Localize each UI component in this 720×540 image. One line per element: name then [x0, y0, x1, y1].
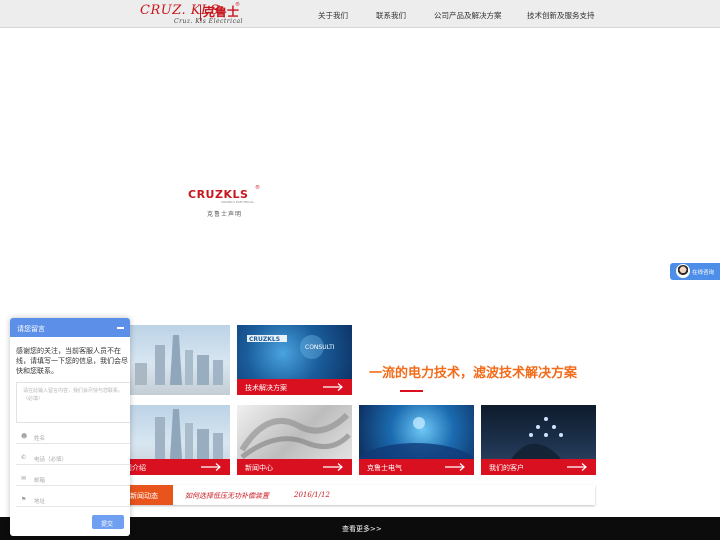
tile-caption-bar: 克鲁士电气	[359, 459, 474, 475]
city-skyline-image	[115, 325, 230, 395]
news-headline-link[interactable]: 如何选择低压无功补偿装置	[185, 491, 269, 501]
location-icon: ⚑	[21, 496, 27, 503]
news-tab[interactable]: 新闻动态	[124, 485, 173, 505]
chat-header: 请您留言	[10, 318, 130, 337]
address-placeholder: 地址	[34, 499, 46, 505]
arrow-right-icon	[567, 463, 587, 471]
message-textarea[interactable]: 请在此输入留言内容，我们会尽快与您联系。（必填）	[16, 382, 130, 423]
arrow-right-icon	[323, 463, 343, 471]
tile-label-tech-solutions: 技术解决方案	[245, 384, 287, 392]
person-icon: ☻	[21, 433, 28, 440]
tile-company-intro[interactable]: 公司介绍	[115, 405, 230, 475]
tile-caption-bar: 新闻中心	[237, 459, 352, 475]
email-placeholder: 邮箱	[34, 478, 46, 484]
submit-label: 提交	[101, 520, 114, 528]
slogan-text: 一流的电力技术，滤波技术解决方案	[369, 366, 578, 381]
chat-title: 请您留言	[17, 325, 45, 333]
nav-contact-us[interactable]: 联系我们	[376, 10, 406, 21]
nav-about-us[interactable]: 关于我们	[318, 10, 348, 21]
arrow-right-icon	[323, 383, 343, 391]
view-more-link[interactable]: 查看更多>>	[342, 524, 382, 534]
logo-subtitle: Cruz. Kls Electrical	[174, 18, 243, 25]
name-placeholder: 姓名	[34, 436, 46, 442]
leave-message-panel: 请您留言 感谢您的关注，当前客服人员不在线，请填写一下您的信息，我们会尽快和您联…	[10, 318, 130, 536]
tile-caption-bar: 我们的客户	[481, 459, 596, 475]
nav-tech-service[interactable]: 技术创新及服务支持	[527, 10, 595, 21]
arrow-right-icon	[201, 463, 221, 471]
svg-text:CRUZKLS: CRUZKLS	[249, 336, 280, 343]
top-header: CRUZ. KLS 克鲁士 ® Cruz. Kls Electrical 关于我…	[0, 0, 720, 28]
news-date: 2016/1/12	[294, 491, 330, 499]
phone-icon: ✆	[21, 454, 27, 461]
slogan-underline	[400, 390, 423, 392]
nav-products-solutions[interactable]: 公司产品及解决方案	[434, 10, 502, 21]
email-field[interactable]: ✉ 邮箱	[16, 472, 130, 486]
tile-caption-bar: 技术解决方案	[237, 379, 352, 395]
tile-company-intro-top[interactable]	[115, 325, 230, 395]
tile-overlay-text: CONSULTI	[305, 344, 335, 351]
tile-tech-solutions[interactable]: CRUZKLS CONSULTI 技术解决方案	[237, 325, 352, 395]
hero-registered-mark: ®	[255, 185, 260, 191]
hero-logo: CRUZKLS ® CRUZKLS ELECTRICAL 克鲁士声明	[188, 185, 268, 221]
online-consult-label: 在线咨询	[692, 270, 715, 276]
chat-notice-text: 感谢您的关注，当前客服人员不在线，请填写一下您的信息，我们会尽快和您联系。	[16, 347, 128, 375]
logo-registered-mark: ®	[235, 2, 240, 8]
phone-field[interactable]: ✆ 电话（必填）	[16, 451, 130, 465]
address-field[interactable]: ⚑ 地址	[16, 493, 130, 507]
online-consult-button[interactable]: 在线咨询	[670, 263, 720, 280]
tile-label-our-clients: 我们的客户	[489, 464, 524, 472]
minimize-icon[interactable]	[117, 327, 124, 329]
tile-cruzkls-electric[interactable]: 克鲁士电气	[359, 405, 474, 475]
tile-label-cruzkls-electric: 克鲁士电气	[367, 464, 402, 472]
name-field[interactable]: ☻ 姓名	[16, 430, 130, 444]
hero-chinese-text: 克鲁士声明	[207, 211, 243, 218]
mail-icon: ✉	[21, 475, 27, 482]
phone-placeholder: 电话（必填）	[34, 457, 68, 463]
agent-avatar	[676, 264, 690, 278]
arrow-right-icon	[445, 463, 465, 471]
tile-caption-bar: 公司介绍	[115, 459, 230, 475]
news-ticker: 新闻动态 如何选择低压无功补偿装置 2016/1/12	[124, 485, 595, 505]
tile-label-news-center: 新闻中心	[245, 464, 273, 472]
tile-news-center[interactable]: 新闻中心	[237, 405, 352, 475]
hero-tagline: CRUZKLS ELECTRICAL	[221, 200, 255, 204]
news-tab-label: 新闻动态	[130, 492, 158, 500]
submit-button[interactable]: 提交	[92, 515, 124, 529]
tile-our-clients[interactable]: 我们的客户	[481, 405, 596, 475]
